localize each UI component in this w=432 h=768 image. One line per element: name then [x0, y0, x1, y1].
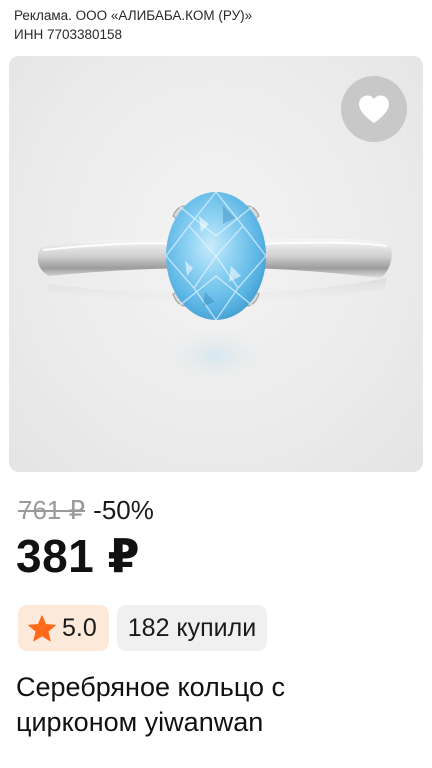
- favorite-button[interactable]: [341, 76, 407, 142]
- badges-row: 5.0 182 купили: [18, 605, 268, 651]
- current-price: 381 ₽: [16, 530, 141, 582]
- product-title-line1: Серебряное кольцо с: [16, 672, 286, 702]
- product-title-line2: цирконом yiwanwan: [16, 707, 264, 737]
- old-price-row: 761 ₽ -50%: [18, 494, 154, 526]
- product-image-card[interactable]: [9, 56, 423, 472]
- ad-disclaimer-inn: ИНН 7703380158: [14, 27, 123, 42]
- ad-disclaimer-company: Реклама. ООО «АЛИБАБА.КОМ (РУ)»: [14, 8, 253, 23]
- sold-count: 182 купили: [127, 613, 257, 642]
- heart-icon: [359, 95, 389, 123]
- rating-value: 5.0: [62, 613, 97, 642]
- sold-count-badge: 182 купили: [116, 605, 268, 651]
- rating-badge[interactable]: 5.0: [18, 605, 109, 651]
- product-title[interactable]: Серебряное кольцо с цирконом yiwanwan: [16, 670, 416, 740]
- old-price: 761 ₽: [18, 495, 86, 525]
- ad-disclaimer: Реклама. ООО «АЛИБАБА.КОМ (РУ)» ИНН 7703…: [14, 6, 414, 44]
- discount-percent: -50%: [93, 495, 154, 525]
- star-icon: [28, 614, 56, 642]
